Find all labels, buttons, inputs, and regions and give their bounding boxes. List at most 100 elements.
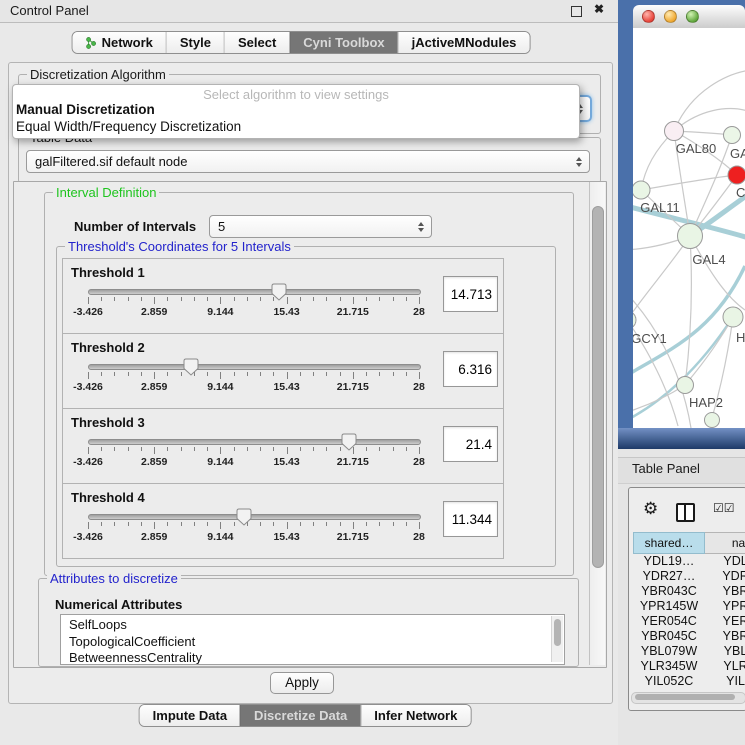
network-node[interactable] [723,307,743,327]
scrollbar-thumb[interactable] [635,694,735,700]
table-cell-shared-name[interactable]: YIL052C [633,674,705,689]
close-icon[interactable]: ✖ [594,2,604,16]
network-node[interactable] [705,413,720,428]
network-node[interactable] [665,122,684,141]
table-cell-shared-name[interactable]: YLR345W [633,659,705,674]
table-data-combobox[interactable]: galFiltered.sif default node [26,150,590,173]
table-row[interactable]: YER054CYER0 [633,614,745,629]
table-row[interactable]: YIL052CYIL0 [633,674,745,689]
network-node[interactable] [633,311,636,329]
columns-icon[interactable] [676,503,695,522]
table-cell-name[interactable]: YBL0 [705,644,745,659]
network-canvas[interactable]: GAL80GACGAL11GAL4GCY1HHAP2 [633,28,745,428]
slider-tick-label: 28 [413,381,425,393]
slider-tick [340,372,341,376]
number-of-intervals-label: Number of Intervals [74,219,196,234]
threshold-value-field[interactable] [443,501,498,537]
slider-track[interactable] [88,514,421,520]
table-cell-name[interactable]: YER0 [705,614,745,629]
tab-network[interactable]: Network [73,32,166,53]
table-cell-shared-name[interactable]: YBL079W [633,644,705,659]
table-row[interactable]: YBR045CYBR0 [633,629,745,644]
threshold-value-field[interactable] [443,426,498,462]
algorithm-option-equal-width-frequency[interactable]: Equal Width/Frequency Discretization [16,119,241,134]
network-node[interactable] [633,181,650,199]
slider-handle[interactable] [341,433,357,456]
algorithm-option-manual-discretization[interactable]: Manual Discretization [16,102,155,117]
tab-impute-data[interactable]: Impute Data [140,705,240,726]
slider-handle[interactable] [271,283,287,306]
slider-tick [273,372,274,376]
checkbox-icons[interactable]: ☑☑ [713,501,735,515]
column-header-name[interactable]: na [705,532,745,554]
slider-tick [101,372,102,376]
table-row[interactable]: YDL19…YDL1 [633,554,745,569]
table-cell-name[interactable]: YDL1 [705,554,745,569]
table-cell-name[interactable]: YIL0 [705,674,745,689]
close-window-icon[interactable] [642,10,655,23]
minimize-window-icon[interactable] [664,10,677,23]
column-header-shared-name[interactable]: shared… [633,532,705,554]
table-row[interactable]: YBL079WYBL0 [633,644,745,659]
table-row[interactable]: YBR043CYBR0 [633,584,745,599]
table-row[interactable]: YLR345WYLR3 [633,659,745,674]
gear-icon[interactable]: ⚙ [643,500,658,517]
table-cell-name[interactable]: YDR2 [705,569,745,584]
apply-button[interactable]: Apply [270,672,334,694]
attribute-list-item[interactable]: BetweennessCentrality [61,650,564,665]
combo-arrows-icon [576,157,582,167]
threshold-value-field[interactable] [443,276,498,312]
tab-jactivemnodules[interactable]: jActiveMNodules [398,32,530,53]
slider-track[interactable] [88,364,421,370]
scrollbar-thumb[interactable] [554,619,561,646]
attribute-list-item[interactable]: TopologicalCoefficient [61,634,564,651]
tab-style[interactable]: Style [166,32,224,53]
table-cell-name[interactable]: YPR1 [705,599,745,614]
table-cell-shared-name[interactable]: YBR043C [633,584,705,599]
numerical-attributes-list[interactable]: SelfLoopsTopologicalCoefficientBetweenne… [60,614,565,665]
slider-tick [128,522,129,526]
table-cell-name[interactable]: YLR3 [705,659,745,674]
slider-tick [88,297,89,304]
table-hscrollbar[interactable] [631,692,745,704]
table-cell-shared-name[interactable]: YER054C [633,614,705,629]
float-panel-icon[interactable] [571,6,582,17]
slider-handle[interactable] [236,508,252,531]
tab-discretize-data[interactable]: Discretize Data [240,705,360,726]
tab-select[interactable]: Select [224,32,289,53]
network-graph[interactable]: GAL80GACGAL11GAL4GCY1HHAP2 [633,28,745,428]
table-cell-name[interactable]: YBR0 [705,629,745,644]
slider-tick [340,447,341,451]
table-cell-name[interactable]: YBR0 [705,584,745,599]
slider-track[interactable] [88,289,421,295]
network-edge[interactable] [685,236,691,385]
network-edge[interactable] [641,175,737,190]
network-node[interactable] [677,377,694,394]
main-scrollbar[interactable] [589,182,605,665]
network-edge[interactable] [674,70,745,131]
table-cell-shared-name[interactable]: YDL19… [633,554,705,569]
attributes-scrollbar[interactable] [551,616,563,662]
threshold-value-field[interactable] [443,351,498,387]
tab-cyni-toolbox[interactable]: Cyni Toolbox [289,32,397,53]
table-row[interactable]: YDR27…YDR2 [633,569,745,584]
slider-handle[interactable] [183,358,199,381]
zoom-window-icon[interactable] [686,10,699,23]
slider-track[interactable] [88,439,421,445]
network-node[interactable] [728,166,745,184]
network-edge[interactable] [641,131,674,190]
table-cell-shared-name[interactable]: YBR045C [633,629,705,644]
network-edge[interactable] [690,236,745,310]
network-node[interactable] [678,224,703,249]
number-of-intervals-combobox[interactable]: 5 [209,215,432,238]
tab-infer-network[interactable]: Infer Network [360,705,470,726]
network-node[interactable] [724,127,741,144]
table-cell-shared-name[interactable]: YPR145W [633,599,705,614]
table-cell-shared-name[interactable]: YDR27… [633,569,705,584]
threshold-label: Threshold 1 [71,265,145,280]
scrollbar-thumb[interactable] [592,206,604,568]
network-window-titlebar[interactable] [633,5,745,29]
attribute-list-item[interactable]: SelfLoops [61,615,564,634]
table-row[interactable]: YPR145WYPR1 [633,599,745,614]
slider-tick [313,522,314,526]
